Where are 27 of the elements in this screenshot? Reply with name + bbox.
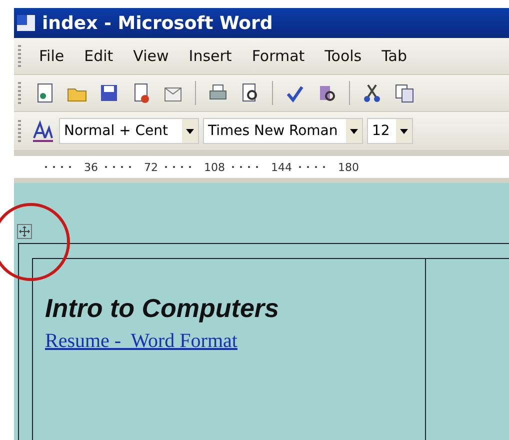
copy-icon[interactable] xyxy=(393,82,415,104)
dropdown-arrow-icon[interactable] xyxy=(400,128,408,134)
heading: Intro to Computers xyxy=(45,293,280,324)
ruler-label: 180 xyxy=(338,160,359,174)
menu-item[interactable]: Tools xyxy=(316,45,370,67)
window-title: index - Microsoft Word xyxy=(42,12,273,34)
dropdown-arrow-icon[interactable] xyxy=(186,128,194,134)
table-move-handle[interactable] xyxy=(17,224,32,239)
menu-item[interactable]: Tab xyxy=(374,45,416,67)
menu-item[interactable]: Format xyxy=(244,45,313,67)
menu-item[interactable]: File xyxy=(31,45,72,67)
font-dropdown[interactable]: Times New Roman xyxy=(203,118,363,144)
styles-icon[interactable] xyxy=(31,120,55,142)
save-icon[interactable] xyxy=(98,82,120,104)
menu-item[interactable]: View xyxy=(125,45,177,67)
ruler-label: 72 xyxy=(144,160,158,174)
menu-item[interactable]: Insert xyxy=(180,45,240,67)
ruler-label: 108 xyxy=(204,160,225,174)
dropdown-arrow-icon[interactable] xyxy=(350,128,358,134)
font-size-dropdown[interactable]: 12 xyxy=(367,118,413,144)
resume-link[interactable]: Resume - Word Format xyxy=(45,330,238,353)
cut-icon[interactable] xyxy=(361,82,383,104)
style-dropdown[interactable]: Normal + Cent xyxy=(59,118,199,144)
word-logo-icon xyxy=(16,13,36,33)
ruler-label: 36 xyxy=(84,160,98,174)
menu-item[interactable]: Edit xyxy=(76,45,122,67)
ruler-label: 144 xyxy=(271,160,292,174)
